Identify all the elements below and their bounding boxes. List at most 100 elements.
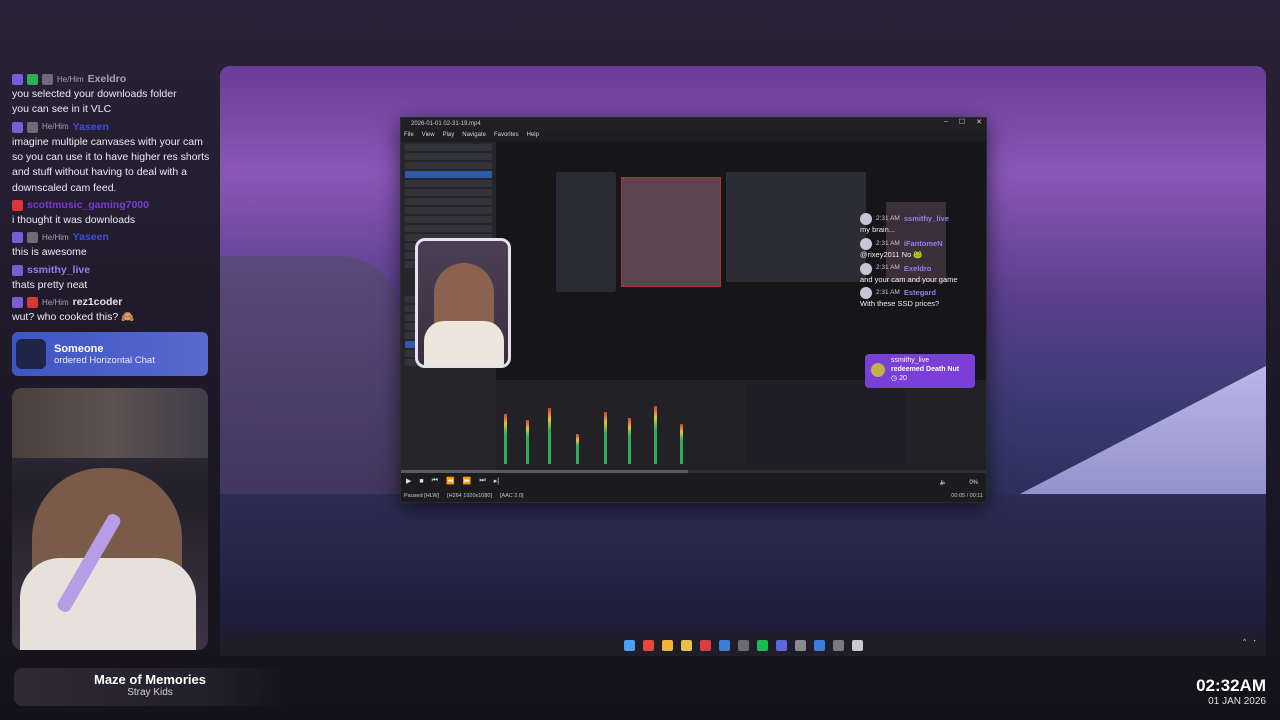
chrome-icon[interactable] — [661, 639, 673, 651]
vlc-taskbar-icon[interactable] — [851, 639, 863, 651]
play-button[interactable]: ▶ — [406, 477, 411, 485]
previous-button[interactable]: ⏮ — [432, 477, 438, 485]
chat-message-text: you can see in it VLC — [12, 103, 112, 116]
nested-chat-header: 2:31 AM Estegard — [860, 287, 986, 300]
audio-meter — [548, 408, 551, 464]
seek-bar[interactable] — [401, 470, 986, 473]
redeem-user: ssmithy_live — [891, 357, 930, 364]
nested-chat-username: ssmithy_live — [903, 214, 949, 224]
minimize-button[interactable]: – — [944, 118, 948, 126]
frame-step-button[interactable]: ▸| — [494, 477, 499, 485]
file-explorer-icon[interactable] — [680, 639, 692, 651]
audio-meter — [628, 418, 631, 464]
stop-button[interactable]: ■ — [419, 478, 423, 485]
vlc-titlebar[interactable]: 2026-01-01 02-31-19.mp4 – ☐ ✕ — [401, 118, 986, 130]
chat-message: He/Him Yaseen this is awesome — [12, 230, 212, 260]
discord-icon[interactable] — [775, 639, 787, 651]
playback-controls: ▶ ■ ⏮ ⏪ ⏩ ⏭ ▸| — [401, 474, 986, 488]
audio-meter — [680, 424, 683, 464]
scene-row-selected — [405, 171, 492, 178]
system-tray: ^ ◔ — [1243, 638, 1256, 645]
browser-icon[interactable] — [642, 639, 654, 651]
chat-username[interactable]: ssmithy_live — [27, 263, 90, 278]
stream-info-panel — [746, 384, 906, 464]
nested-chat-column — [556, 172, 616, 292]
chat-badge-icon — [27, 74, 38, 86]
scene-row — [405, 180, 492, 187]
visual-studio-icon[interactable] — [718, 639, 730, 651]
chat-username[interactable]: Yaseen — [73, 230, 109, 245]
rewind-button[interactable]: ⏪ — [446, 477, 455, 485]
audio-meter — [576, 434, 579, 464]
chat-username[interactable]: scottmusic_gaming7000 — [27, 198, 149, 213]
playback-time: 00:05 / 00:11 — [951, 492, 983, 499]
redeem-avatar — [871, 363, 885, 377]
redeem-alert: ssmithy_live redeemed Death Nut ◷ 20 — [865, 354, 975, 388]
nested-chat-avatar — [860, 237, 872, 250]
menu-help[interactable]: Help — [527, 132, 539, 138]
chat-message: He/Him rez1coder wut? who cooked this? 🙈 — [12, 295, 212, 325]
nested-obs-window — [726, 172, 866, 282]
nested-chat-username: iFantomeN — [903, 238, 943, 248]
chat-badge-icon — [27, 297, 38, 309]
chat-username[interactable]: rez1coder — [73, 295, 123, 310]
chat-message-text: imagine multiple canvases with your cam … — [12, 135, 210, 194]
nested-chat-message: 2:31 AM iFantomeN @rixey2011 No 🐸 — [860, 237, 986, 260]
chat-badge-icon — [12, 74, 23, 86]
scene-row — [405, 207, 492, 214]
audio-meter — [526, 420, 529, 464]
chat-badge-icon — [12, 121, 23, 133]
menu-favorites[interactable]: Favorites — [494, 132, 519, 138]
nested-chat-text: and your cam and your game — [860, 274, 958, 284]
chat-pronoun: He/Him — [42, 297, 69, 307]
chat-message-header: He/Him Yaseen — [12, 230, 212, 245]
nested-chat-text: With these SSD prices? — [860, 299, 940, 309]
start-menu-icon[interactable] — [623, 639, 635, 651]
obs-icon[interactable] — [699, 639, 711, 651]
next-button[interactable]: ⏭ — [479, 477, 485, 485]
audio-meter — [504, 414, 507, 464]
settings-icon[interactable] — [737, 639, 749, 651]
app-icon[interactable] — [832, 639, 844, 651]
menu-view[interactable]: View — [422, 132, 435, 138]
chat-message-header: ssmithy_live — [12, 263, 212, 278]
terminal-icon[interactable] — [794, 639, 806, 651]
stream-clock: 02:32AM 01 JAN 2026 — [1196, 676, 1266, 707]
menu-navigate[interactable]: Navigate — [462, 132, 486, 138]
chat-message-header: He/Him Yaseen — [12, 120, 212, 135]
chat-username[interactable]: Exeldro — [88, 72, 127, 87]
webcam-feed — [12, 388, 208, 650]
chat-username[interactable]: Yaseen — [73, 120, 109, 135]
chat-message-text: you selected your downloads folder — [12, 88, 177, 101]
chat-alert: Someone ordered Horizontal Chat — [12, 332, 208, 376]
fast-forward-button[interactable]: ⏩ — [463, 477, 472, 485]
nested-chat-header: 2:31 AM ssmithy_live — [860, 213, 986, 225]
volume-control: 🔈 0% — [940, 479, 978, 487]
nested-chat-avatar — [860, 262, 872, 275]
tray-chevron-icon[interactable]: ^ — [1243, 638, 1246, 645]
vlc-menubar: File View Play Navigate Favorites Help — [401, 130, 986, 140]
maximize-button[interactable]: ☐ — [959, 118, 965, 126]
menu-play[interactable]: Play — [443, 132, 455, 138]
nested-chat-username: Exeldro — [903, 263, 932, 273]
spotify-icon[interactable] — [756, 639, 768, 651]
chat-pronoun: He/Him — [42, 122, 69, 132]
scene-row — [405, 225, 492, 232]
clock-time: 02:32AM — [1196, 676, 1266, 695]
wifi-icon[interactable]: ◔ — [1252, 638, 1256, 645]
nested-chat-avatar — [860, 287, 872, 300]
speaker-icon[interactable]: 🔈 — [940, 479, 947, 486]
wallpaper-forest — [220, 494, 1266, 654]
chat-badge-icon — [12, 297, 23, 309]
menu-file[interactable]: File — [404, 132, 414, 138]
windows-taskbar: ^ ◔ — [220, 634, 1266, 656]
vscode-icon[interactable] — [813, 639, 825, 651]
scene-row — [405, 198, 492, 205]
chat-message: He/Him Yaseen imagine multiple canvases wi… — [12, 120, 212, 196]
nested-chat-time: 2:31 AM — [876, 239, 900, 247]
chat-panel: He/Him Exeldro you selected your downloads… — [12, 70, 212, 326]
close-button[interactable]: ✕ — [976, 118, 982, 126]
scene-row — [405, 162, 492, 169]
chat-badge-icon — [27, 232, 38, 244]
nested-chat-time: 2:31 AM — [876, 214, 900, 222]
